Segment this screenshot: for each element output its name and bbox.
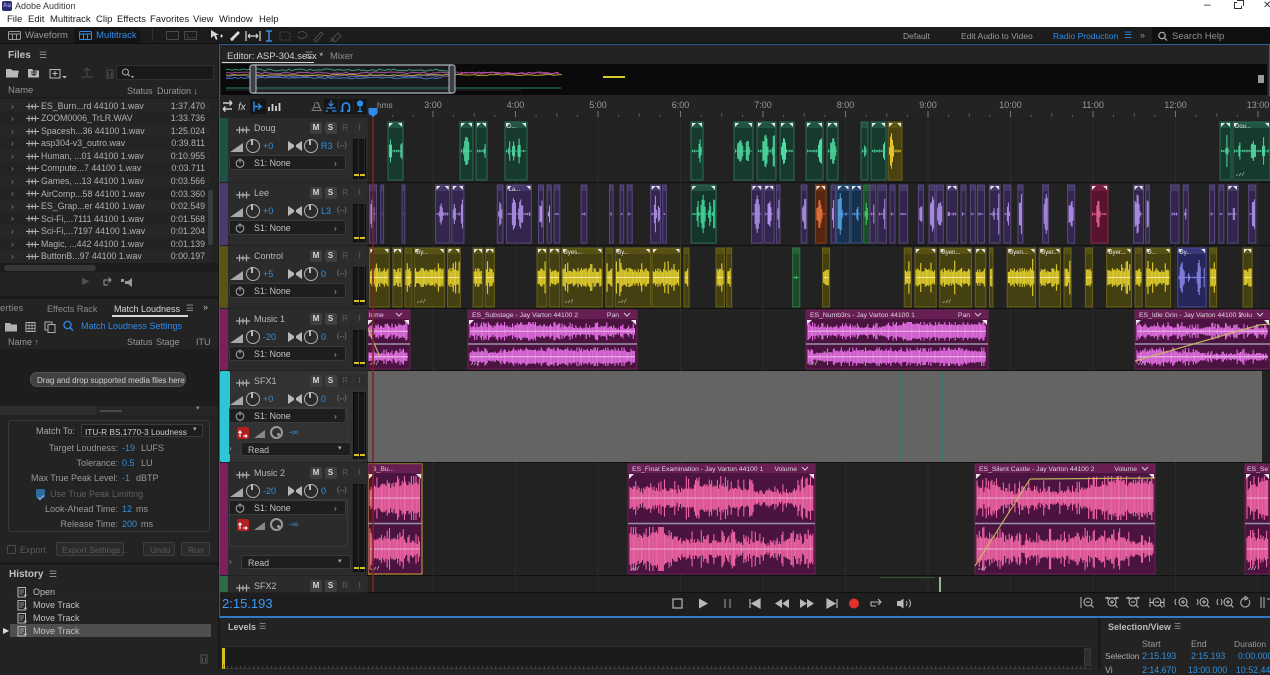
svg-text:Volu: Volu [1239, 312, 1252, 319]
svg-text:Byes...: Byes... [564, 250, 583, 256]
svg-text:ES_Idle Grin - Jay Varton 4410: ES_Idle Grin - Jay Varton 44100 2 [1139, 312, 1242, 319]
svg-text:By...: By... [416, 250, 428, 256]
svg-text:3:00: 3:00 [424, 100, 442, 110]
svg-text:Dou...: Dou... [1235, 124, 1251, 130]
svg-text:12:00: 12:00 [1164, 100, 1187, 110]
svg-text:Volume: Volume [774, 466, 797, 473]
svg-text:hms: hms [377, 100, 393, 110]
svg-text:B...: B... [1148, 250, 1157, 256]
svg-text:13:00: 13:00 [1247, 100, 1270, 110]
svg-text:10:00: 10:00 [999, 100, 1022, 110]
svg-text:Byen...: Byen... [1009, 250, 1028, 256]
svg-text:4:00: 4:00 [507, 100, 525, 110]
svg-text:By...: By... [617, 250, 629, 256]
svg-text:La...: La... [509, 187, 521, 193]
svg-text:S_Bu...: S_Bu... [372, 466, 394, 473]
svg-text:Byen...: Byen... [942, 250, 961, 256]
svg-text:5:00: 5:00 [589, 100, 607, 110]
svg-text:Byer...: Byer... [1109, 250, 1126, 256]
svg-text:ES_Final Examination - Jay Var: ES_Final Examination - Jay Varton 44100 … [632, 466, 764, 473]
svg-text:D...: D... [507, 124, 517, 130]
svg-text:Volume: Volume [1114, 466, 1137, 473]
svg-text:7:00: 7:00 [754, 100, 772, 110]
svg-text:By...: By... [1180, 250, 1192, 256]
svg-text:Pan: Pan [958, 312, 970, 319]
svg-text:ES_Silent Castle - Jay Varton: ES_Silent Castle - Jay Varton 44100 2 [979, 466, 1095, 473]
svg-text:ES_Substage - Jay Varton 44100: ES_Substage - Jay Varton 44100 2 [472, 312, 578, 319]
svg-text:11:00: 11:00 [1082, 100, 1104, 110]
svg-text:lume: lume [369, 312, 384, 319]
svg-text:8:00: 8:00 [837, 100, 855, 110]
svg-text:ES_Se: ES_Se [1247, 466, 1268, 473]
svg-text:Byer...: Byer... [1041, 250, 1058, 256]
svg-text:Pan: Pan [607, 312, 619, 319]
svg-text:9:00: 9:00 [919, 100, 937, 110]
svg-text:fx: fx [238, 102, 247, 113]
svg-text:ES_Numb3rs - Jay Varton 44100: ES_Numb3rs - Jay Varton 44100 1 [810, 312, 915, 319]
svg-text:6:00: 6:00 [672, 100, 690, 110]
